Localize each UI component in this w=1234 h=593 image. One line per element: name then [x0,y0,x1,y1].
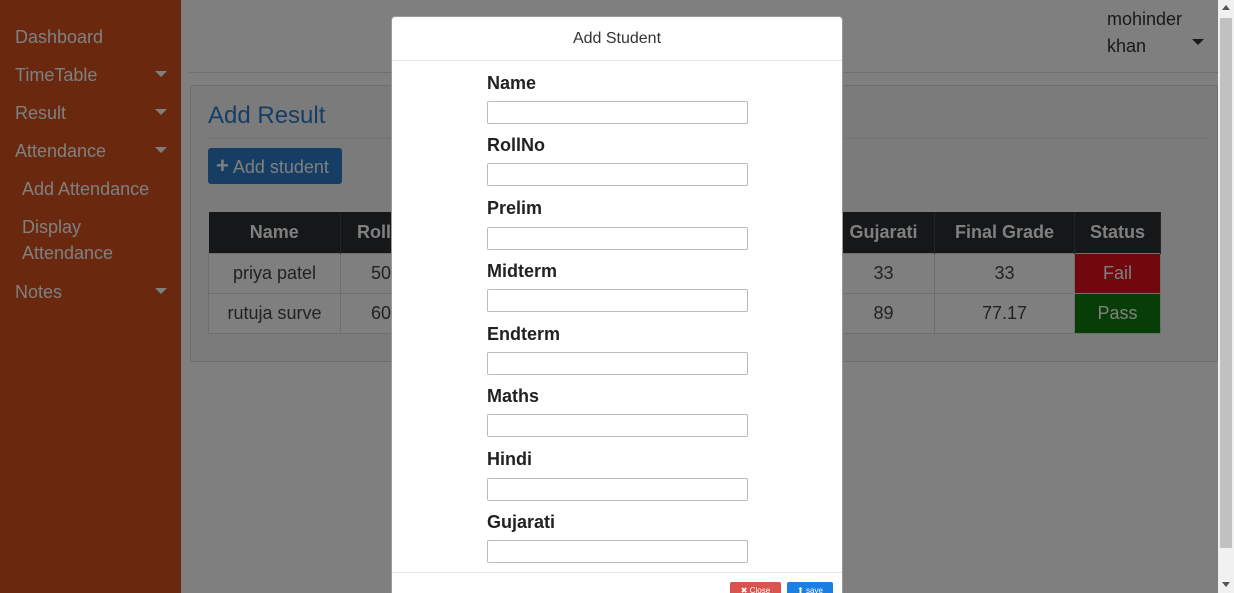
gujarati-label: Gujarati [487,512,556,532]
scroll-down-icon[interactable] [1222,582,1230,587]
prelim-label: Prelim [487,198,543,218]
rollno-field[interactable] [487,163,748,186]
maths-label: Maths [487,386,540,406]
save-button[interactable]: ⬆ save [787,582,833,593]
modal-footer-divider [392,572,842,573]
scroll-up-icon[interactable] [1222,5,1230,10]
midterm-label: Midterm [487,261,558,281]
midterm-field[interactable] [487,289,748,312]
name-field[interactable] [487,101,748,124]
scroll-thumb[interactable] [1220,18,1232,548]
rollno-label: RollNo [487,135,545,155]
modal-title: Add Student [392,17,842,61]
add-student-modal: Add Student Name RollNo Prelim Midterm E… [391,16,843,593]
endterm-label: Endterm [487,324,561,344]
scrollbar[interactable] [1218,0,1234,593]
hindi-field[interactable] [487,478,748,501]
close-button[interactable]: ✖ Close [730,582,781,593]
gujarati-field[interactable] [487,540,748,563]
maths-field[interactable] [487,414,748,437]
prelim-field[interactable] [487,227,748,250]
hindi-label: Hindi [487,449,532,469]
name-label: Name [487,73,537,93]
endterm-field[interactable] [487,352,748,375]
